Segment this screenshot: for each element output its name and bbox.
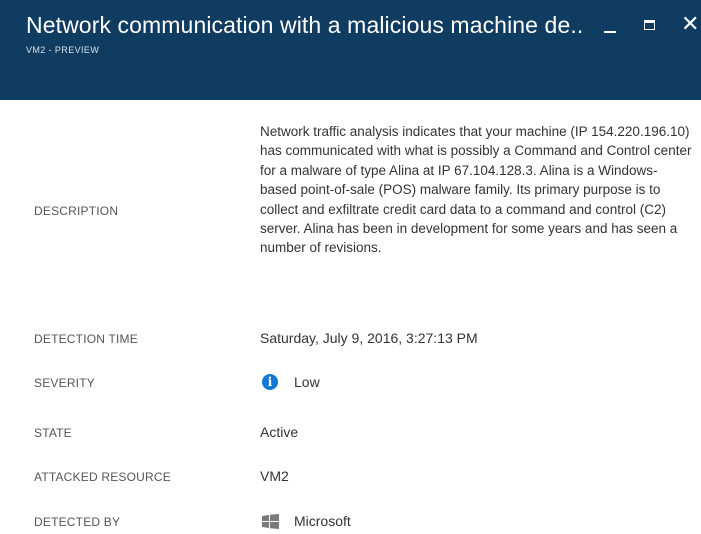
detected-by-label: DETECTED BY bbox=[34, 515, 121, 529]
windows-logo-icon bbox=[262, 514, 279, 529]
severity-value: Low bbox=[294, 374, 320, 390]
detected-by-row: DETECTED BY Microsoft bbox=[0, 513, 701, 533]
info-icon: i bbox=[262, 374, 278, 390]
blade-subtitle: VM2 - PREVIEW bbox=[26, 45, 100, 55]
description-value: Network traffic analysis indicates that … bbox=[260, 124, 692, 256]
maximize-icon bbox=[644, 20, 655, 30]
detection-time-value: Saturday, July 9, 2016, 3:27:13 PM bbox=[260, 330, 478, 346]
attacked-resource-value: VM2 bbox=[260, 468, 289, 484]
severity-label: SEVERITY bbox=[34, 376, 95, 390]
attacked-resource-row: ATTACKED RESOURCE VM2 bbox=[0, 468, 701, 488]
detected-by-value: Microsoft bbox=[294, 513, 351, 529]
close-icon: ✕ bbox=[681, 12, 700, 37]
state-value: Active bbox=[260, 424, 299, 440]
description-row: DESCRIPTION Network traffic analysis ind… bbox=[0, 100, 701, 315]
maximize-button[interactable] bbox=[638, 16, 664, 38]
state-label: STATE bbox=[34, 426, 72, 440]
blade-header: Network communication with a malicious m… bbox=[0, 0, 701, 100]
close-button[interactable]: ✕ bbox=[678, 12, 700, 38]
detection-time-row: DETECTION TIME Saturday, July 9, 2016, 3… bbox=[0, 330, 701, 350]
attacked-resource-label: ATTACKED RESOURCE bbox=[34, 470, 171, 484]
details-panel: DESCRIPTION Network traffic analysis ind… bbox=[0, 100, 701, 534]
description-label: DESCRIPTION bbox=[34, 204, 119, 218]
severity-row: SEVERITY i Low bbox=[0, 374, 701, 394]
detection-time-label: DETECTION TIME bbox=[34, 332, 138, 346]
state-row: STATE Active bbox=[0, 424, 701, 444]
minimize-icon bbox=[604, 31, 616, 33]
blade-title: Network communication with a malicious m… bbox=[26, 12, 584, 38]
alert-detail-blade: Network communication with a malicious m… bbox=[0, 0, 701, 534]
minimize-button[interactable] bbox=[598, 16, 624, 38]
